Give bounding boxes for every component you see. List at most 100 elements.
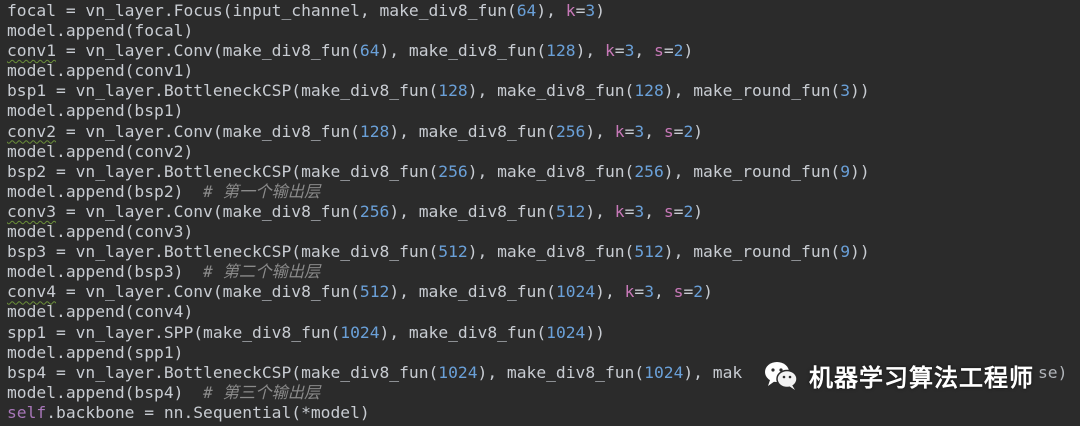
code-token: k bbox=[604, 41, 615, 61]
code-token: )) bbox=[850, 242, 870, 262]
code-token: 128 bbox=[359, 121, 390, 141]
code-line: model.append(bsp1) bbox=[7, 101, 870, 121]
code-token: ) bbox=[703, 282, 713, 302]
code-token: ), make_round_fun( bbox=[663, 81, 841, 101]
code-line: bsp4 = vn_layer.BottleneckCSP(make_div8_… bbox=[7, 363, 870, 383]
code-token: s bbox=[654, 41, 664, 61]
code-line: model.append(spp1) bbox=[7, 343, 870, 363]
watermark-text: 机器学习算法工程师 bbox=[809, 363, 1034, 392]
code-token: 9 bbox=[840, 161, 851, 181]
code-line: conv2 = vn_layer.Conv(make_div8_fun(128)… bbox=[7, 122, 870, 142]
code-token: , bbox=[644, 121, 664, 141]
code-line: focal = vn_layer.Focus(input_channel, ma… bbox=[7, 1, 870, 21]
code-line: spp1 = vn_layer.SPP(make_div8_fun(1024),… bbox=[7, 323, 870, 343]
code-token: 1024 bbox=[546, 322, 586, 342]
code-line: conv4 = vn_layer.Conv(make_div8_fun(512)… bbox=[7, 282, 870, 302]
code-line: bsp1 = vn_layer.BottleneckCSP(make_div8_… bbox=[7, 81, 870, 101]
code-token: ), make_div8_fun( bbox=[389, 121, 556, 141]
code-token: self bbox=[7, 402, 47, 422]
code-token: 128 bbox=[546, 41, 576, 61]
code-token: model.append(focal) bbox=[7, 21, 194, 41]
code-token: 64 bbox=[516, 1, 537, 20]
code-token: conv4 bbox=[7, 282, 57, 302]
code-token: 1024 bbox=[438, 362, 478, 382]
code-token: s bbox=[673, 282, 684, 302]
code-token: # 第三个输出层 bbox=[203, 382, 321, 402]
code-token: 512 bbox=[359, 282, 390, 302]
code-token: ), bbox=[585, 121, 615, 141]
code-token: 2 bbox=[693, 282, 704, 302]
code-line: self.backbone = nn.Sequential(*model) bbox=[7, 403, 870, 423]
code-token: 256 bbox=[438, 161, 468, 181]
code-line: model.append(focal) bbox=[7, 21, 870, 41]
code-token: = vn_layer.Conv(make_div8_fun( bbox=[56, 121, 360, 141]
code-token: model.append(bsp2) bbox=[7, 181, 204, 201]
code-token: ), make_div8_fun( bbox=[389, 282, 556, 302]
code-token: 512 bbox=[438, 242, 468, 262]
code-token: ) bbox=[693, 121, 704, 141]
code-token: model.append(conv2) bbox=[7, 141, 194, 161]
code-token: , bbox=[654, 282, 674, 302]
code-line: conv1 = vn_layer.Conv(make_div8_fun(64),… bbox=[7, 41, 870, 61]
code-token: 2 bbox=[683, 121, 694, 141]
code-line: conv3 = vn_layer.Conv(make_div8_fun(256)… bbox=[7, 202, 870, 222]
code-token: ), make_round_fun( bbox=[663, 161, 841, 181]
code-token: 3 bbox=[840, 81, 851, 101]
code-token: model.append(bsp1) bbox=[7, 101, 184, 121]
code-line: bsp3 = vn_layer.BottleneckCSP(make_div8_… bbox=[7, 242, 870, 262]
code-token: k bbox=[565, 1, 576, 20]
code-token: = bbox=[663, 41, 674, 61]
code-token: ), make_round_fun( bbox=[663, 242, 841, 262]
code-token: ), make_div8_fun( bbox=[477, 362, 645, 382]
code-token: = bbox=[614, 41, 625, 61]
code-token: model.append(conv1) bbox=[7, 61, 194, 81]
code-token: model.append(conv3) bbox=[7, 222, 194, 242]
code-token: = vn_layer.Conv(make_div8_fun( bbox=[56, 282, 360, 302]
code-token: = vn_layer.Conv(make_div8_fun( bbox=[56, 41, 360, 61]
code-token: 2 bbox=[683, 201, 694, 221]
code-line: model.append(conv1) bbox=[7, 61, 870, 81]
code-token: 1024 bbox=[340, 322, 380, 342]
code-line: bsp2 = vn_layer.BottleneckCSP(make_div8_… bbox=[7, 162, 870, 182]
code-token: model.append(bsp4) bbox=[7, 382, 204, 402]
code-token: k bbox=[624, 282, 635, 302]
code-token: = bbox=[634, 282, 645, 302]
code-line: model.append(bsp3) # 第二个输出层 bbox=[7, 262, 870, 282]
code-token: = bbox=[624, 201, 635, 221]
code-token: , bbox=[634, 41, 655, 61]
code-token: ) bbox=[683, 41, 694, 61]
code-token: 3 bbox=[634, 201, 645, 221]
code-token: 3 bbox=[624, 41, 635, 61]
code-token: # 第一个输出层 bbox=[203, 181, 321, 201]
code-token: = bbox=[683, 282, 694, 302]
code-token: , bbox=[644, 201, 664, 221]
code-editor[interactable]: focal = vn_layer.Focus(input_channel, ma… bbox=[0, 0, 1080, 426]
code-token: 512 bbox=[555, 201, 586, 221]
code-token: ), make_div8_fun( bbox=[467, 161, 635, 181]
code-token: model.append(bsp3) bbox=[7, 262, 204, 282]
code-token: ), bbox=[585, 201, 615, 221]
code-tail-fragment: se) bbox=[1038, 363, 1068, 382]
code-token: 128 bbox=[634, 81, 664, 101]
code-token: model.append(conv4) bbox=[7, 302, 194, 322]
code-token: )) bbox=[850, 161, 870, 181]
code-token: ), bbox=[536, 1, 566, 20]
code-token: # 第二个输出层 bbox=[203, 262, 321, 282]
code-token: = bbox=[575, 1, 586, 20]
code-token: 256 bbox=[555, 121, 586, 141]
code-token: ), bbox=[595, 282, 625, 302]
code-token: focal = vn_layer.Focus(input_channel, ma… bbox=[7, 1, 517, 20]
code-token: conv1 bbox=[7, 41, 57, 61]
code-token: ), make_div8_fun( bbox=[467, 242, 635, 262]
code-token: 256 bbox=[359, 201, 390, 221]
code-token: spp1 = vn_layer.SPP(make_div8_fun( bbox=[7, 322, 341, 342]
code-token: ), make_div8_fun( bbox=[389, 201, 556, 221]
code-token: ) bbox=[693, 201, 704, 221]
code-token: 128 bbox=[438, 81, 468, 101]
code-line: model.append(conv2) bbox=[7, 142, 870, 162]
code-token: ), bbox=[575, 41, 605, 61]
watermark: 机器学习算法工程师 bbox=[755, 350, 1040, 400]
code-token: ) bbox=[595, 1, 605, 20]
code-token: 3 bbox=[634, 121, 645, 141]
code-token: ), make_div8_fun( bbox=[467, 81, 635, 101]
